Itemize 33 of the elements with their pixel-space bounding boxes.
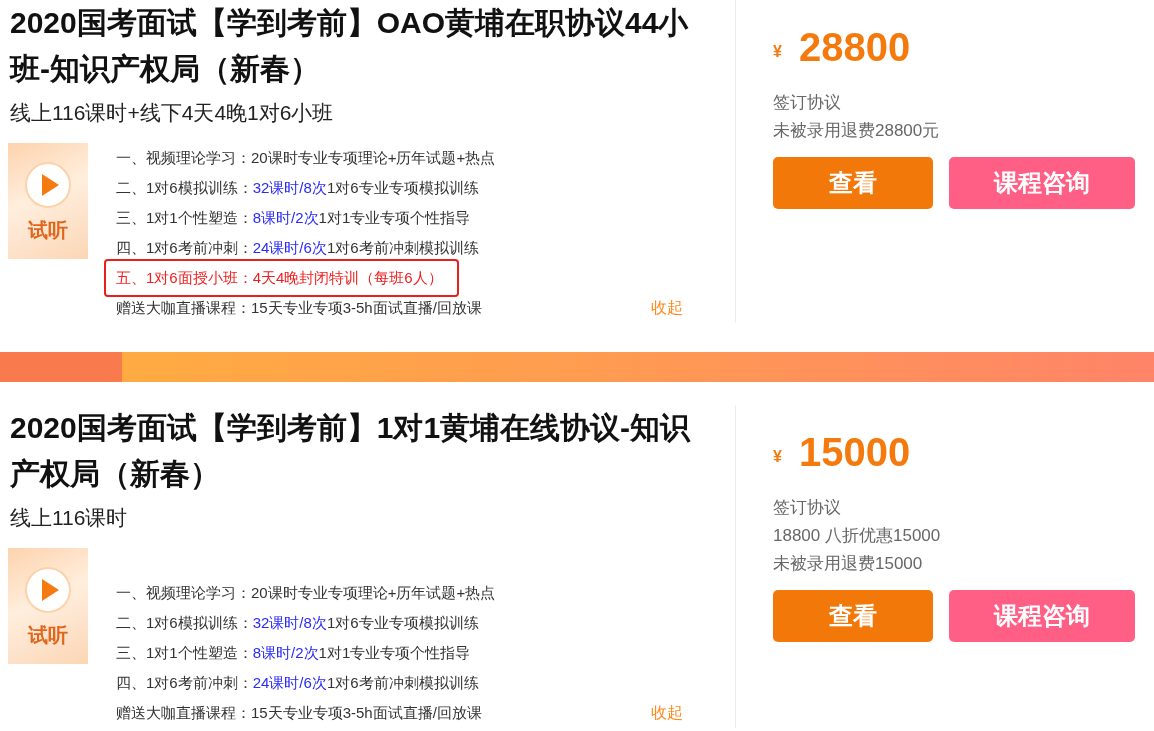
course-subtitle: 线上116课时 bbox=[10, 505, 129, 531]
bonus-line: 赠送大咖直播课程：15天专业专项3-5h面试直播/回放课 bbox=[116, 297, 482, 318]
outline-line: 四、1对6考前冲刺：24课时/6次1对6考前冲刺模拟训练 bbox=[116, 237, 480, 258]
outline-line: 四、1对6考前冲刺：24课时/6次1对6考前冲刺模拟训练 bbox=[116, 672, 480, 693]
price-note: 未被录用退费28800元 bbox=[773, 120, 941, 142]
price-amount: 15000 bbox=[798, 429, 911, 476]
view-button[interactable]: 查看 bbox=[773, 157, 933, 209]
trial-button[interactable]: 试听 bbox=[8, 548, 88, 664]
outline-line: 三、1对1个性塑造：8课时/2次1对1专业专项个性指导 bbox=[116, 207, 472, 228]
price-amount: 28800 bbox=[798, 24, 911, 71]
currency-sign: ¥ bbox=[773, 447, 782, 467]
course-subtitle: 线上116课时+线下4天4晚1对6小班 bbox=[10, 100, 335, 126]
consult-button[interactable]: 课程咨询 bbox=[949, 157, 1135, 209]
price-note: 签订协议 bbox=[773, 497, 842, 519]
outline-line: 一、视频理论学习：20课时专业专项理论+历年试题+热点 bbox=[116, 582, 497, 603]
course-title: 2020国考面试【学到考前】1对1黄埔在线协议-知识产权局（新春） bbox=[10, 410, 692, 492]
currency-sign: ¥ bbox=[773, 42, 782, 62]
outline-line: 一、视频理论学习：20课时专业专项理论+历年试题+热点 bbox=[116, 147, 497, 168]
outline-line: 二、1对6模拟训练：32课时/8次1对6专业专项模拟训练 bbox=[116, 177, 480, 198]
price-note: 签订协议 bbox=[773, 92, 842, 114]
collapse-link[interactable]: 收起 bbox=[651, 701, 683, 725]
play-icon bbox=[25, 567, 71, 613]
outline-line: 二、1对6模拟训练：32课时/8次1对6专业专项模拟训练 bbox=[116, 612, 480, 633]
course-title: 2020国考面试【学到考前】OAO黄埔在职协议44小班-知识产权局（新春） bbox=[10, 5, 690, 87]
bonus-line: 赠送大咖直播课程：15天专业专项3-5h面试直播/回放课 bbox=[116, 702, 482, 723]
play-icon bbox=[25, 162, 71, 208]
price-note: 18800 八折优惠15000 bbox=[773, 525, 942, 547]
consult-button[interactable]: 课程咨询 bbox=[949, 590, 1135, 642]
price-note: 未被录用退费15000 bbox=[773, 553, 924, 575]
trial-button[interactable]: 试听 bbox=[8, 143, 88, 259]
outline-line: 三、1对1个性塑造：8课时/2次1对1专业专项个性指导 bbox=[116, 642, 472, 663]
collapse-link[interactable]: 收起 bbox=[651, 296, 683, 320]
view-button[interactable]: 查看 bbox=[773, 590, 933, 642]
